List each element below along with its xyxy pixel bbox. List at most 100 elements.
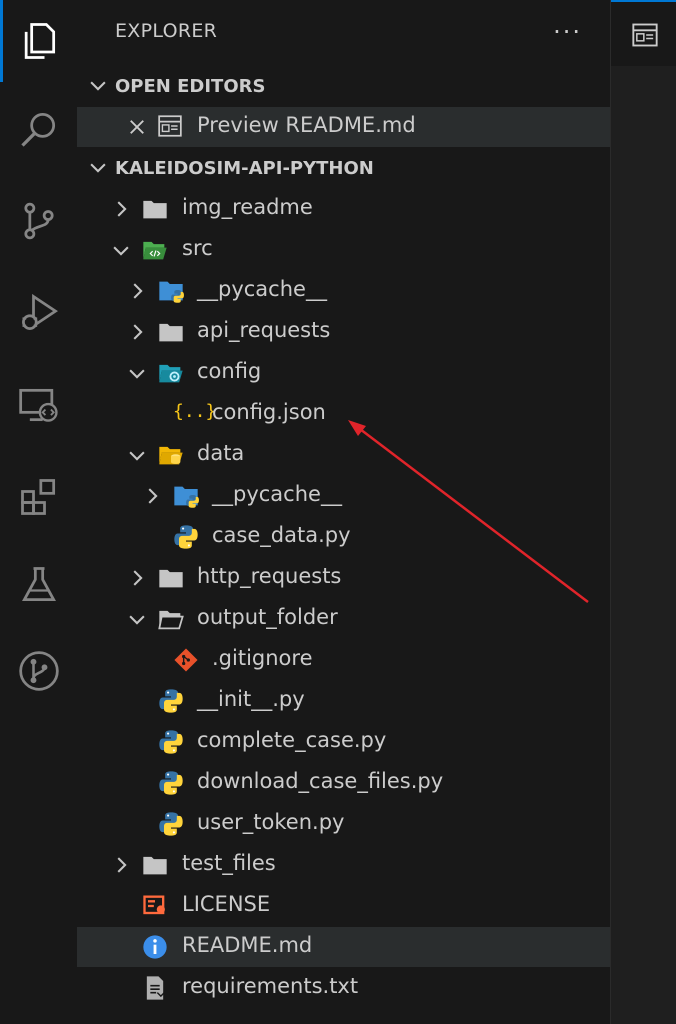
chevron-right-icon	[110, 854, 132, 876]
chevron-down-icon	[126, 444, 148, 466]
tree-item-label: LICENSE	[182, 892, 271, 916]
testing-button[interactable]	[0, 544, 77, 626]
project-label: KALEIDOSIM-API-PYTHON	[115, 157, 374, 179]
editor-area	[610, 0, 676, 1024]
activity-bar	[0, 0, 78, 1024]
chevron-right-icon	[126, 321, 148, 343]
tree-item-output-folder[interactable]: output_folder	[77, 599, 610, 639]
tree-item-label: user_token.py	[197, 810, 345, 834]
folder-icon	[141, 195, 169, 223]
python-file-icon	[157, 769, 185, 797]
chevron-down-icon	[87, 156, 109, 178]
tree-item-config[interactable]: config	[77, 353, 610, 393]
json-icon: {..}	[173, 401, 217, 422]
tree-item-label: output_folder	[197, 605, 338, 629]
source-control-button[interactable]	[0, 180, 77, 262]
chevron-right-icon	[126, 280, 148, 302]
project-header[interactable]: KALEIDOSIM-API-PYTHON	[77, 148, 610, 188]
preview-icon	[632, 23, 658, 47]
folder-icon	[157, 564, 185, 592]
tree-item-label: data	[197, 441, 245, 465]
chevron-right-icon	[110, 198, 132, 220]
git-graph-button[interactable]	[0, 630, 77, 712]
tree-item-label: http_requests	[197, 564, 342, 588]
folder-open-icon	[157, 605, 185, 633]
tree-item-label: img_readme	[182, 195, 313, 219]
tree-item-pycache[interactable]: __pycache__	[77, 271, 610, 311]
tree-item-test-files[interactable]: test_files	[77, 845, 610, 885]
tree-item-label: .gitignore	[212, 646, 313, 670]
remote-explorer-button[interactable]	[0, 364, 77, 446]
python-file-icon	[157, 810, 185, 838]
extensions-icon	[20, 479, 55, 515]
tree-item-label: README.md	[182, 933, 313, 957]
open-editor-item[interactable]: Preview README.md	[77, 107, 610, 147]
extensions-button[interactable]	[0, 456, 77, 538]
tree-item-gitignore[interactable]: .gitignore	[77, 640, 610, 680]
sidebar-header: EXPLORER ···	[77, 0, 610, 66]
tree-item-data[interactable]: data	[77, 435, 610, 475]
open-editor-label: Preview README.md	[197, 113, 416, 137]
remote-explorer-icon	[18, 388, 58, 422]
run-debug-button[interactable]	[0, 272, 77, 354]
tree-item-api-requests[interactable]: api_requests	[77, 312, 610, 352]
info-icon	[143, 935, 167, 959]
editor-tab-preview[interactable]	[611, 0, 676, 66]
tree-item-label: test_files	[182, 851, 276, 875]
git-icon	[174, 648, 198, 672]
tree-item-src[interactable]: src	[77, 230, 610, 270]
tree-item-label: config.json	[212, 400, 326, 424]
sidebar-title: EXPLORER	[115, 20, 218, 42]
tree-item-label: config	[197, 359, 262, 383]
folder-icon	[157, 318, 185, 346]
tree-item-case-data[interactable]: case_data.py	[77, 517, 610, 557]
python-file-icon	[172, 523, 200, 551]
open-editors-header[interactable]: OPEN EDITORS	[77, 66, 610, 106]
more-actions-button[interactable]: ···	[553, 18, 582, 46]
chevron-down-icon	[126, 362, 148, 384]
chevron-down-icon	[126, 608, 148, 630]
tree-item-label: __pycache__	[212, 482, 342, 506]
chevron-down-icon	[110, 239, 132, 261]
tree-item-readme[interactable]: README.md	[77, 927, 610, 967]
tree-item-complete-case[interactable]: complete_case.py	[77, 722, 610, 762]
tree-item-user-token[interactable]: user_token.py	[77, 804, 610, 844]
tree-item-label: src	[182, 236, 213, 260]
text-file-icon	[146, 976, 165, 1000]
explorer-sidebar: EXPLORER ··· OPEN EDITORS Preview README…	[77, 0, 610, 1024]
tree-item-init[interactable]: __init__.py	[77, 681, 610, 721]
preview-icon	[158, 115, 182, 137]
tree-item-config-json[interactable]: {..} config.json	[77, 394, 610, 434]
src-folder-icon	[143, 241, 167, 260]
tree-item-http-requests[interactable]: http_requests	[77, 558, 610, 598]
python-folder-icon	[157, 277, 185, 305]
close-icon[interactable]	[127, 117, 147, 137]
python-file-icon	[157, 687, 185, 715]
source-control-icon	[23, 202, 54, 240]
tree-item-requirements[interactable]: requirements.txt	[77, 968, 610, 1008]
chevron-right-icon	[126, 567, 148, 589]
tree-item-download-case-files[interactable]: download_case_files.py	[77, 763, 610, 803]
config-folder-icon	[159, 364, 183, 383]
tree-item-data-pycache[interactable]: __pycache__	[77, 476, 610, 516]
database-folder-icon	[159, 446, 183, 465]
tree-item-label: api_requests	[197, 318, 331, 342]
tree-item-label: download_case_files.py	[197, 769, 444, 793]
tree-item-label: requirements.txt	[182, 974, 359, 998]
tree-item-label: __pycache__	[197, 277, 327, 301]
search-button[interactable]	[0, 88, 77, 170]
tree-item-label: __init__.py	[197, 687, 305, 711]
search-icon	[20, 112, 55, 147]
tree-item-img-readme[interactable]: img_readme	[77, 189, 610, 229]
git-graph-icon	[18, 651, 59, 691]
python-folder-icon	[172, 482, 200, 510]
tree-item-license[interactable]: LICENSE	[77, 886, 610, 926]
open-editors-label: OPEN EDITORS	[115, 75, 266, 97]
explorer-button[interactable]	[0, 0, 77, 82]
chevron-right-icon	[141, 485, 163, 507]
tree-item-label: case_data.py	[212, 523, 351, 547]
chevron-down-icon	[87, 74, 109, 96]
license-icon	[143, 895, 165, 915]
folder-icon	[141, 851, 169, 879]
tree-item-label: complete_case.py	[197, 728, 387, 752]
